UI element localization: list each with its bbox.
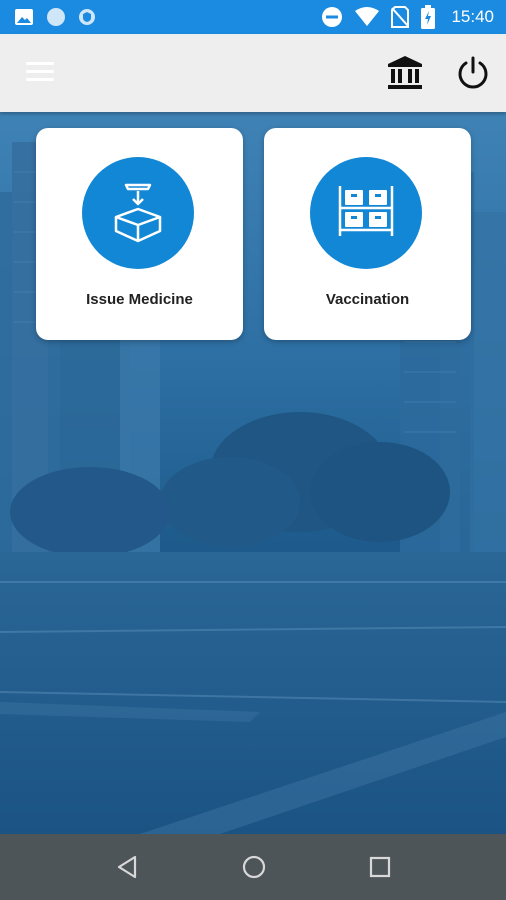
storage-rack-icon (336, 184, 396, 243)
issue-medicine-tile[interactable]: Issue Medicine (36, 128, 243, 340)
shield-app-icon (78, 7, 96, 27)
recents-square-icon[interactable] (367, 854, 393, 880)
box-package-icon (108, 179, 168, 248)
status-bar-left (14, 7, 96, 27)
vaccination-icon-circle (310, 157, 422, 269)
bank-building-icon[interactable] (386, 54, 424, 92)
no-sim-icon (391, 6, 410, 28)
status-bar: 15:40 (0, 0, 506, 34)
issue-medicine-icon-circle (82, 157, 194, 269)
app-bar (0, 34, 506, 112)
circle-app-icon (46, 7, 66, 27)
status-time: 15:40 (451, 7, 494, 26)
do-not-disturb-icon (321, 6, 343, 28)
home-circle-icon[interactable] (241, 854, 267, 880)
battery-charging-icon (421, 5, 436, 29)
wifi-icon (355, 7, 380, 27)
hamburger-menu-icon[interactable] (26, 62, 54, 84)
vaccination-label: Vaccination (325, 291, 410, 308)
vaccination-tile[interactable]: Vaccination (264, 128, 471, 340)
navigation-bar (0, 834, 506, 900)
power-icon[interactable] (456, 56, 490, 90)
status-bar-right: 15:40 (321, 5, 494, 29)
back-triangle-icon[interactable] (115, 854, 141, 880)
gallery-icon (14, 8, 34, 26)
issue-medicine-label: Issue Medicine (86, 291, 193, 308)
